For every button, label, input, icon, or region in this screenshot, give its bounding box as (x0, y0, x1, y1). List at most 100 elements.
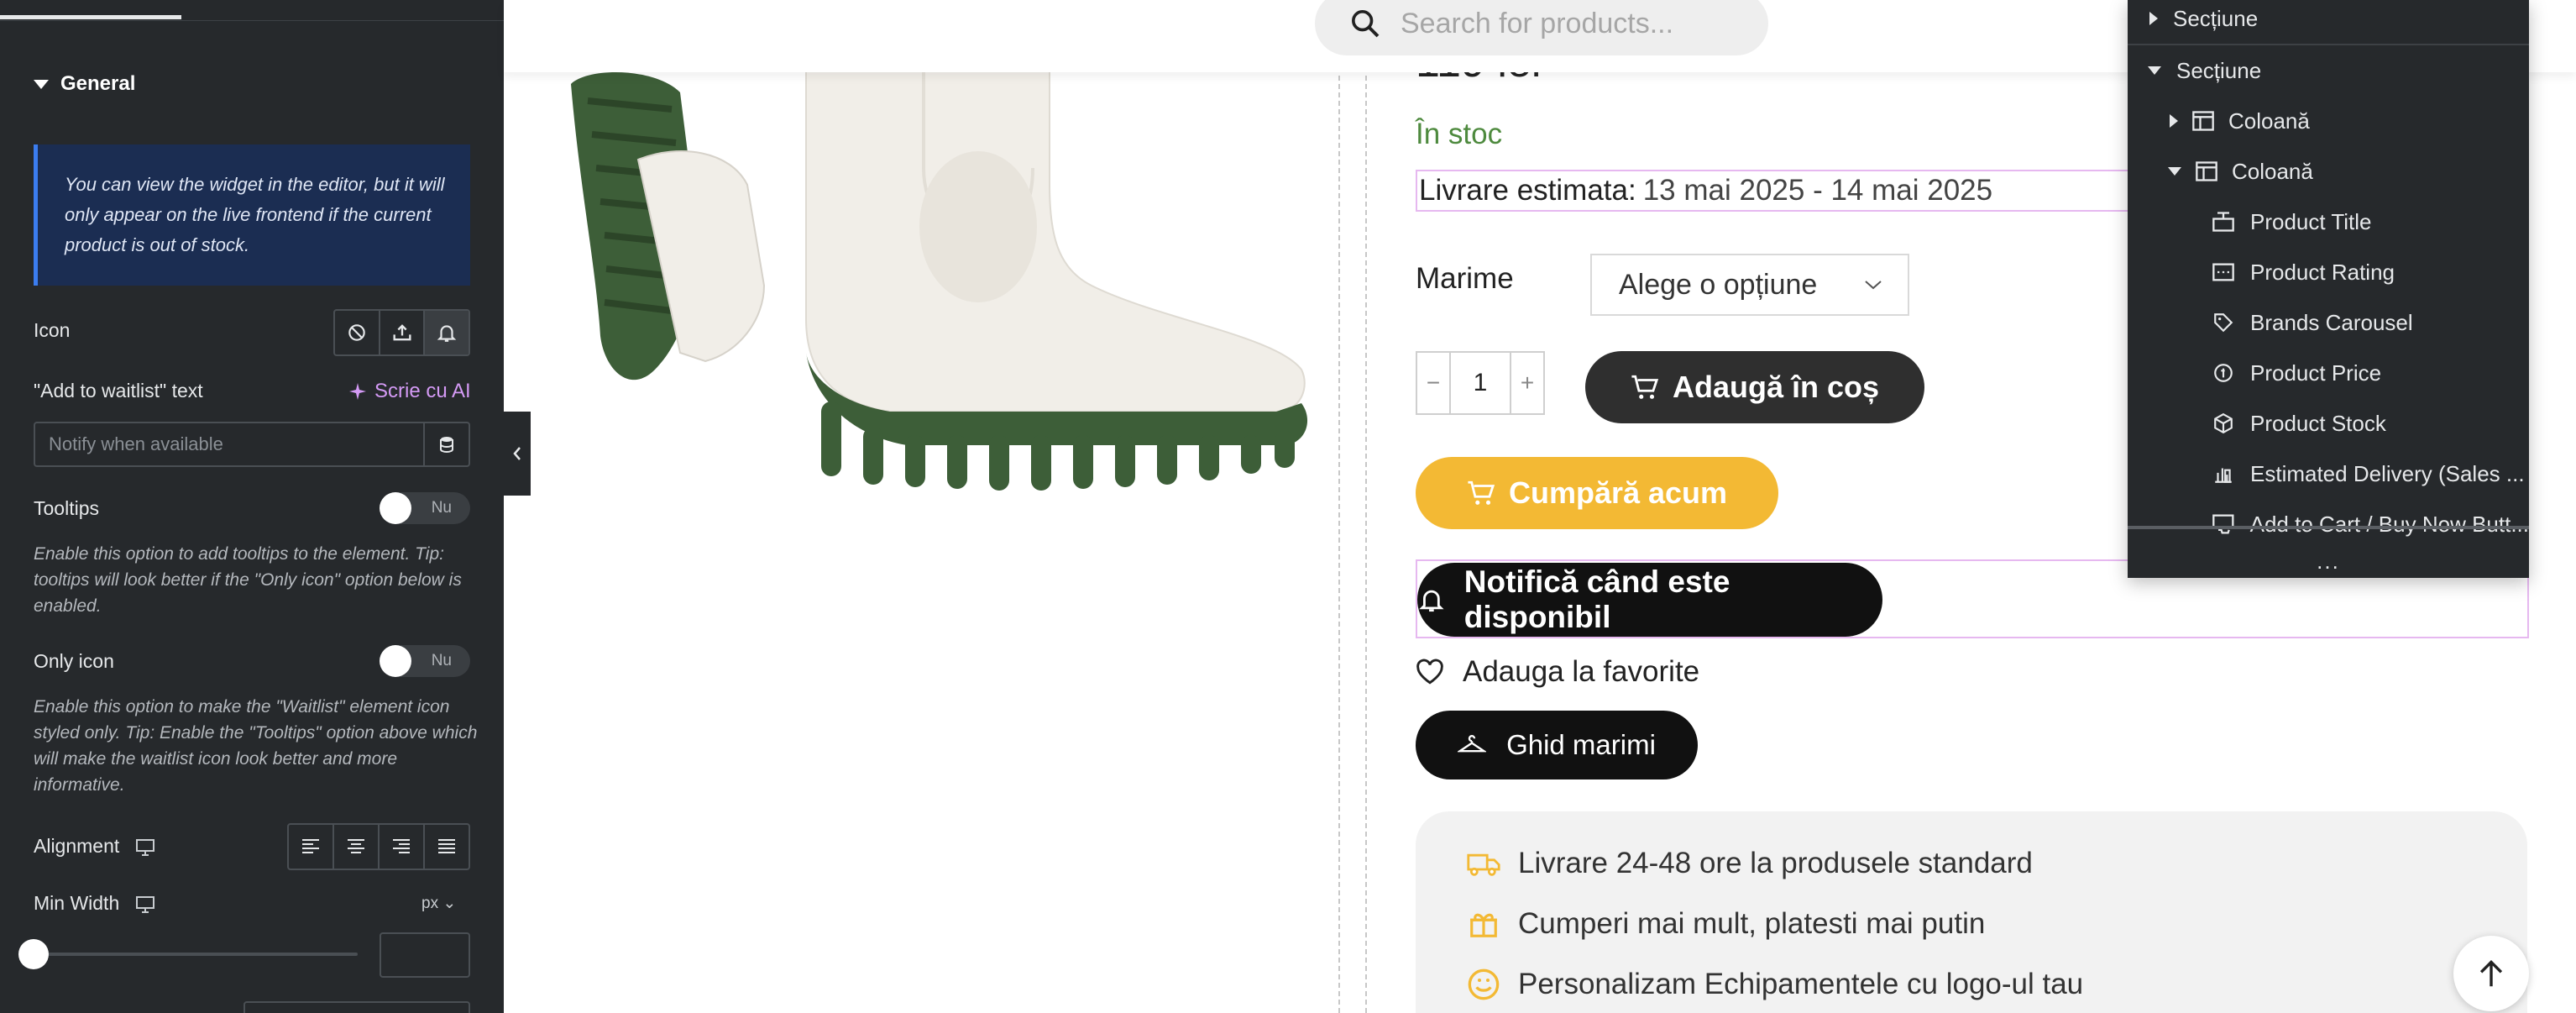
only-icon-state: Nu (431, 652, 452, 669)
product-stock: În stoc (1416, 118, 1503, 150)
navigator-item-widget[interactable]: Product Title (2128, 197, 2529, 247)
min-width-label-row: Min Width (34, 892, 155, 915)
unit-selector[interactable]: px ⌄ (421, 894, 456, 913)
navigator-item-section[interactable]: Secțiune (2128, 0, 2529, 44)
chevron-down-icon (1865, 281, 1882, 290)
qty-value[interactable]: 1 (1449, 353, 1511, 413)
navigator-item-label: Coloană (2228, 108, 2310, 134)
align-justify-option[interactable] (425, 825, 469, 869)
navigator-more[interactable]: ... (2128, 544, 2529, 578)
add-to-cart-button[interactable]: Adaugă în coș (1585, 351, 1924, 423)
navigator-item-widget[interactable]: Product Price (2128, 348, 2529, 398)
qty-increase-button[interactable]: + (1511, 353, 1543, 413)
price-icon (2214, 364, 2233, 382)
align-center-icon (348, 839, 364, 853)
hanger-icon (1458, 735, 1487, 753)
icon-label: Icon (34, 319, 71, 341)
caret-right-icon (2170, 114, 2178, 128)
navigator-item-column[interactable]: Coloană (2128, 96, 2529, 146)
product-title-icon (2212, 212, 2234, 232)
align-left-icon (302, 839, 319, 853)
buy-now-button[interactable]: Cumpără acum (1416, 457, 1778, 529)
next-control[interactable] (243, 1001, 470, 1013)
delivery-dates: 13 mai 2025 - 14 mai 2025 (1642, 174, 1993, 207)
only-icon-toggle[interactable]: Nu (380, 645, 470, 677)
bell-icon (1419, 590, 1444, 612)
icon-library-option[interactable] (425, 311, 469, 354)
navigator-item-label: Estimated Delivery (Sales ... (2250, 460, 2525, 486)
out-of-stock-notice: You can view the widget in the editor, b… (34, 144, 470, 286)
benefit-text: Personalizam Echipamentele cu logo-ul ta… (1518, 968, 2084, 1000)
min-width-input[interactable] (380, 932, 470, 978)
align-right-icon (393, 839, 410, 853)
navigator-item-widget[interactable]: Estimated Delivery (Sales ... (2128, 449, 2529, 499)
collapse-panel-button[interactable] (504, 412, 531, 496)
min-width-slider-handle[interactable] (18, 939, 49, 969)
only-icon-label: Only icon (34, 650, 114, 672)
icon-none-option[interactable] (335, 311, 380, 354)
size-label: Marime (1416, 262, 1514, 295)
navigator-item-label: Brands Carousel (2250, 309, 2413, 335)
desktop-icon[interactable] (135, 838, 155, 857)
section-general-toggle[interactable]: General (34, 72, 135, 96)
tooltips-label: Tooltips (34, 497, 99, 519)
delivery-label: Livrare estimata: (1419, 174, 1636, 207)
box-icon (2214, 412, 2233, 434)
navigator-item-widget[interactable]: Brands Carousel (2128, 297, 2529, 348)
arrow-up-icon (2479, 959, 2503, 987)
estimated-delivery: Livrare estimata: 13 mai 2025 - 14 mai 2… (1416, 170, 2146, 212)
navigator-item-column[interactable]: Coloană (2128, 146, 2529, 197)
caret-right-icon (2149, 12, 2158, 25)
align-right-option[interactable] (380, 825, 425, 869)
sparkle-icon (349, 383, 366, 400)
size-select[interactable]: Alege o opțiune (1590, 254, 1909, 316)
benefit-item: Personalizam Echipamentele cu logo-ul ta… (1466, 968, 2083, 1001)
tooltips-help: Enable this option to add tooltips to th… (34, 544, 462, 616)
buy-now-label: Cumpără acum (1508, 475, 1728, 510)
desktop-icon[interactable] (135, 895, 155, 914)
chevron-left-icon (513, 447, 521, 460)
write-with-ai-link[interactable]: Scrie cu AI (348, 380, 471, 403)
bell-icon (437, 325, 457, 342)
write-with-ai-label: Scrie cu AI (374, 380, 471, 402)
panel-divider (0, 20, 504, 21)
align-center-option[interactable] (334, 825, 380, 869)
only-icon-help: Enable this option to make the "Waitlist… (34, 697, 478, 795)
alignment-label-row: Alignment (34, 835, 155, 858)
min-width-slider-track[interactable] (34, 953, 358, 956)
cart-icon (1631, 375, 1659, 399)
align-left-option[interactable] (289, 825, 334, 869)
size-guide-label: Ghid marimi (1506, 729, 1656, 760)
search-bar (1315, 0, 1768, 55)
search-input[interactable] (1401, 7, 1736, 40)
navigator-panel: Secțiune Secțiune Coloană Coloană Produc… (2128, 0, 2529, 578)
caret-down-icon (34, 79, 49, 89)
navigator-item-widget[interactable]: Product Stock (2128, 398, 2529, 449)
icon-choice-group (333, 309, 470, 356)
navigator-item-label: Product Price (2250, 360, 2382, 386)
icon-upload-option[interactable] (380, 311, 426, 354)
truck-icon (1467, 853, 1500, 876)
navigator-item-label: Product Title (2250, 208, 2372, 234)
navigator-scrollbar[interactable] (2128, 526, 2529, 529)
tooltips-toggle[interactable]: Nu (380, 492, 470, 524)
navigator-item-widget[interactable]: Add to Cart / Buy Now Butt... (2128, 499, 2529, 549)
alignment-choice-group (287, 823, 470, 870)
notify-when-available-button[interactable]: Notifică când este disponibil (1417, 563, 1882, 637)
navigator-item-widget[interactable]: Product Rating (2128, 247, 2529, 297)
scroll-to-top-button[interactable] (2453, 936, 2529, 1011)
qty-decrease-button[interactable]: − (1417, 353, 1449, 413)
add-to-cart-label: Adaugă în coș (1672, 370, 1880, 404)
size-guide-button[interactable]: Ghid marimi (1416, 711, 1698, 779)
bar-chart-icon (2215, 468, 2232, 483)
waitlist-text-input[interactable] (35, 423, 423, 465)
database-icon (440, 437, 453, 454)
navigator-item-section[interactable]: Secțiune (2128, 45, 2529, 96)
dynamic-tags-button[interactable] (423, 423, 469, 465)
product-image[interactable] (554, 17, 1310, 521)
add-to-favorites-link[interactable]: Adauga la favorite (1416, 655, 1699, 689)
tooltips-state: Nu (431, 499, 452, 517)
navigator-item-label: Secțiune (2176, 57, 2262, 83)
benefit-item: Livrare 24-48 ore la produsele standard (1466, 847, 2033, 880)
waitlist-text-label: "Add to waitlist" text (34, 380, 203, 402)
